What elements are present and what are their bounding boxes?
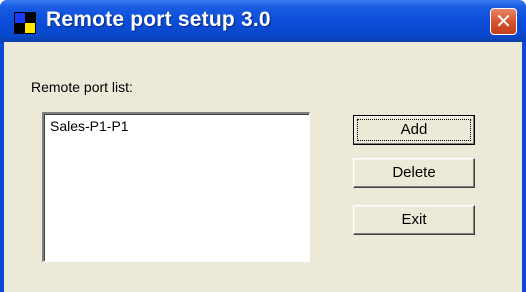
title-bar[interactable]: Remote port setup 3.0 ✕: [0, 0, 526, 42]
app-icon-black-square: [15, 23, 25, 33]
close-icon: ✕: [495, 9, 512, 33]
app-icon-black-square: [25, 13, 35, 23]
app-icon-yellow-square: [25, 23, 35, 33]
dialog-client-area: Remote port list: Sales-P1-P1 Add Delete…: [4, 42, 522, 292]
exit-button-label: Exit: [401, 211, 427, 228]
window-title: Remote port setup 3.0: [46, 8, 271, 31]
list-item[interactable]: Sales-P1-P1: [50, 118, 129, 134]
app-icon-blue-square: [15, 13, 25, 23]
add-button[interactable]: Add: [353, 115, 475, 145]
remote-port-list-label: Remote port list:: [31, 79, 133, 95]
exit-button[interactable]: Exit: [353, 205, 475, 235]
delete-button-label: Delete: [392, 164, 436, 181]
focus-rectangle: [357, 119, 471, 141]
remote-port-listbox[interactable]: Sales-P1-P1: [42, 112, 310, 262]
app-icon[interactable]: [14, 12, 36, 34]
delete-button[interactable]: Delete: [353, 158, 475, 188]
close-button[interactable]: ✕: [490, 8, 517, 35]
dialog-window: Remote port setup 3.0 ✕ Remote port list…: [0, 0, 526, 292]
